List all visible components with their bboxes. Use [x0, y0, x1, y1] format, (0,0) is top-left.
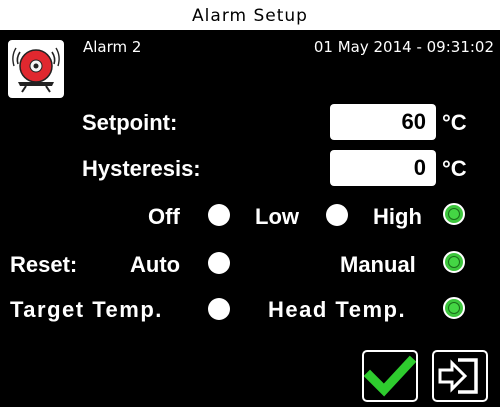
- head-temp-label: Head Temp.: [268, 297, 407, 322]
- setpoint-unit: °C: [442, 110, 467, 135]
- exit-button[interactable]: [432, 350, 488, 402]
- head-temp-radio[interactable]: [443, 297, 465, 319]
- datetime-display: 01 May 2014 - 09:31:02: [313, 38, 494, 56]
- setpoint-label: Setpoint:: [82, 110, 178, 135]
- hysteresis-field[interactable]: 0: [330, 150, 436, 186]
- mode-low-radio[interactable]: [326, 204, 348, 226]
- setpoint-field[interactable]: 60: [330, 104, 436, 140]
- reset-auto-radio[interactable]: [208, 252, 230, 274]
- hysteresis-unit: °C: [442, 156, 467, 181]
- alarm-setup-screen: Alarm 2 01 May 2014 - 09:31:02 Setpoint:…: [0, 30, 500, 407]
- mode-low-label: Low: [255, 204, 299, 229]
- hysteresis-label: Hysteresis:: [82, 156, 201, 181]
- alarm-bell-icon: [8, 40, 64, 98]
- reset-auto-label: Auto: [130, 252, 181, 277]
- target-temp-label: Target Temp.: [10, 297, 163, 322]
- exit-icon: [438, 358, 478, 394]
- window-title: Alarm Setup: [0, 0, 500, 30]
- reset-manual-label: Manual: [340, 252, 416, 277]
- checkmark-icon: [364, 355, 416, 397]
- reset-label: Reset:: [10, 252, 78, 277]
- mode-off-label: Off: [148, 204, 180, 229]
- mode-high-radio[interactable]: [443, 203, 465, 225]
- mode-off-radio[interactable]: [208, 204, 230, 226]
- reset-manual-radio[interactable]: [443, 251, 465, 273]
- mode-high-label: High: [373, 204, 422, 229]
- alarm-name: Alarm 2: [83, 38, 142, 56]
- target-temp-radio[interactable]: [208, 298, 230, 320]
- confirm-button[interactable]: [362, 350, 418, 402]
